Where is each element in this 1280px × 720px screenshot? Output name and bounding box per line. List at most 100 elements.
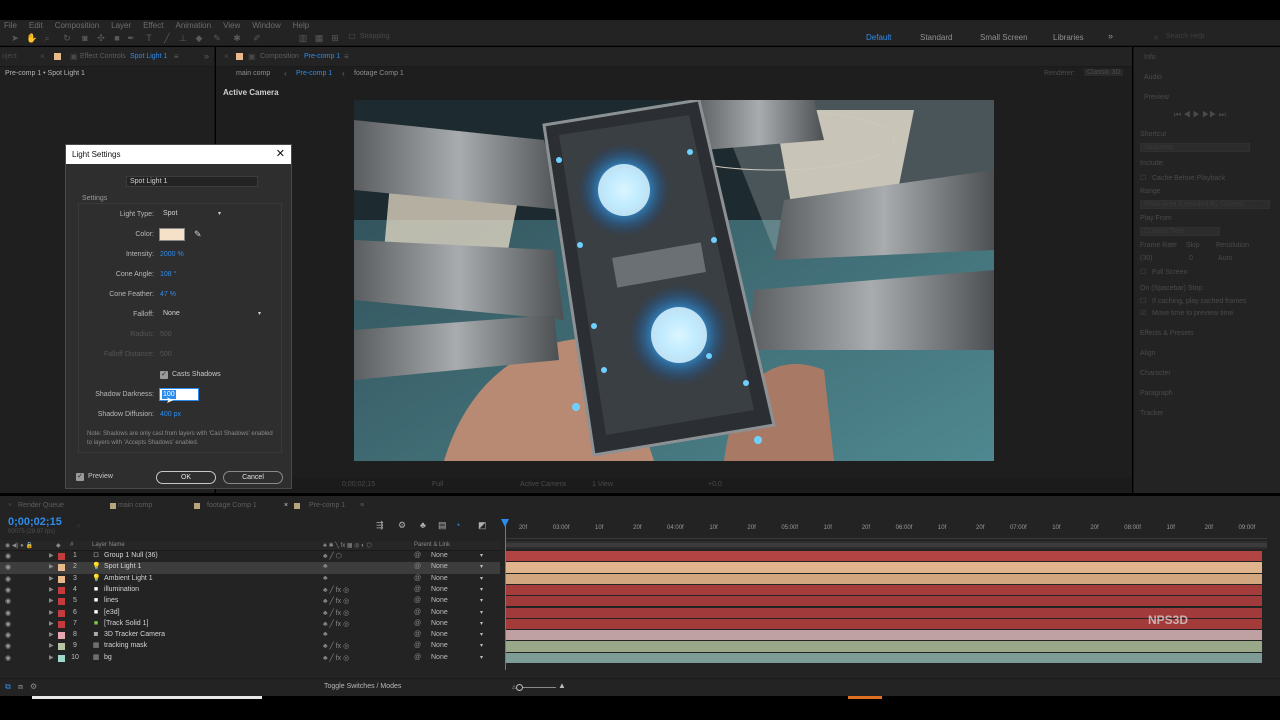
expand-triangle-icon[interactable]: ▶ [49,631,54,638]
light-type-select[interactable]: Spot ▾ [160,209,224,220]
cone-feather-value[interactable]: 47 % [160,291,176,298]
current-timecode[interactable]: 0;00;02;15 [8,516,62,528]
axis-tool-icon[interactable]: ⊞ [330,33,340,43]
layer-row[interactable]: ◉ ▶ 3 💡 Ambient Light 1 ♣ @ None ▾ [0,574,500,585]
viewer-camera-select[interactable]: Active Camera [520,481,566,488]
panel-menu-icon[interactable]: ≡ [174,52,179,61]
layer-name[interactable]: tracking mask [104,642,147,649]
workspace-libraries[interactable]: Libraries [1053,33,1084,42]
menu-view[interactable]: View [223,21,240,30]
label-color-swatch[interactable] [58,575,65,583]
parent-select[interactable]: None ▾ [427,620,485,629]
pick-whip-icon[interactable]: @ [414,631,421,638]
pan-behind-tool-icon[interactable]: ✣ [96,33,106,43]
expand-triangle-icon[interactable]: ▶ [49,597,54,604]
expand-triangle-icon[interactable]: ▶ [49,575,54,582]
expand-triangle-icon[interactable]: ▶ [49,586,54,593]
preview-checkbox[interactable]: ✓ [76,473,84,481]
parent-select[interactable]: None ▾ [427,552,485,561]
parent-select[interactable]: None ▾ [427,642,485,651]
expand-triangle-icon[interactable]: ▶ [49,642,54,649]
layer-row[interactable]: ◉ ▶ 6 ■ [e3d] ♣ ╱ fx ◎ @ None ▾ [0,608,500,619]
footage-comp-tab[interactable]: footage Comp 1 [207,502,257,509]
layer-switches-icons[interactable]: ♣ [323,631,328,638]
comp-lock-icon[interactable]: ▣ [248,52,256,61]
ok-button[interactable]: OK [156,471,216,484]
snapping-checkbox-icon[interactable]: ☐ [347,33,357,43]
work-area-range[interactable] [505,543,1267,547]
intensity-value[interactable]: 2000 % [160,251,184,258]
viewer-exposure[interactable]: +0.0 [708,481,722,488]
zoom-slider-track[interactable] [522,687,556,688]
menu-edit[interactable]: Edit [29,21,43,30]
shadow-darkness-input[interactable]: 100 [159,388,199,401]
layer-row[interactable]: ◉ ▶ 7 ■ [Track Solid 1] ♣ ╱ fx ◎ @ None ▾ [0,619,500,630]
info-panel-tab[interactable]: Info [1144,54,1156,61]
zoom-in-icon[interactable]: ▲ [558,681,566,690]
hand-tool-icon[interactable]: ✋ [26,33,37,43]
viewer-time[interactable]: 0;00;02;15 [342,481,375,488]
comp-flowchart-icon[interactable]: ⇶ [376,520,384,531]
cache-checkbox-icon[interactable]: ☐ [1140,174,1146,182]
close-icon[interactable]: × [8,502,12,509]
shape-tool-icon[interactable]: ■ [112,33,122,43]
layer-duration-bar[interactable] [505,652,1262,663]
motion-blur-icon[interactable]: ◔ [455,520,460,530]
camera-tool-icon[interactable]: ◙ [80,33,90,43]
shy-layers-icon[interactable]: ♣ [420,520,426,530]
visibility-eye-icon[interactable]: ◉ [5,576,13,583]
play-cached-checkbox-icon[interactable]: ☐ [1140,297,1146,305]
expand-triangle-icon[interactable]: ▶ [49,563,54,570]
layer-duration-bar[interactable] [505,562,1262,573]
zoom-tool-icon[interactable]: ⌕ [42,33,52,43]
expand-triangle-icon[interactable]: ▶ [49,609,54,616]
frame-blending-icon[interactable]: ▤ [438,520,447,531]
label-color-swatch[interactable] [58,643,65,651]
character-tab[interactable]: Character [1140,370,1171,377]
layer-name[interactable]: [Track Solid 1] [104,620,148,627]
skip-value[interactable]: 0 [1189,255,1193,262]
layer-switches-icons[interactable]: ♣ [323,563,328,570]
menu-file[interactable]: File [4,21,17,30]
menu-effect[interactable]: Effect [143,21,163,30]
layer-name[interactable]: Spot Light 1 [104,563,141,570]
layer-row[interactable]: ◉ ▶ 9 ▦ tracking mask ♣ ╱ fx ◎ @ None ▾ [0,641,500,652]
visibility-eye-icon[interactable]: ◉ [5,655,13,662]
casts-shadows-checkbox[interactable]: ✓ [160,371,168,379]
pick-whip-icon[interactable]: @ [414,597,421,604]
visibility-eye-icon[interactable]: ◉ [5,610,13,617]
falloff-select[interactable]: None ▾ [160,309,264,320]
parent-select[interactable]: None ▾ [427,631,485,640]
tracker-tab[interactable]: Tracker [1140,410,1163,417]
visibility-eye-icon[interactable]: ◉ [5,643,13,650]
layer-name-header[interactable]: Layer Name [92,542,125,548]
eyedropper-icon[interactable]: ✎ [194,229,202,240]
cancel-button[interactable]: Cancel [223,471,283,484]
selection-tool-icon[interactable]: ➤ [10,33,20,43]
timeline-menu-icon[interactable]: ≡ [360,502,364,509]
pen-tool-icon[interactable]: ✒ [126,33,136,43]
close-icon[interactable]: ✕ [276,148,285,160]
layer-name[interactable]: Group 1 Null (36) [104,552,158,559]
menu-composition[interactable]: Composition [55,21,99,30]
render-queue-tab[interactable]: Render Queue [18,502,64,509]
render-time-toggle-icon[interactable]: ⚙ [30,682,37,691]
name-input[interactable]: Spot Light 1 [126,176,258,187]
panel-overflow-icon[interactable]: » [204,51,209,61]
close-icon[interactable]: × [40,52,45,61]
layer-duration-bar[interactable] [505,573,1262,584]
transfer-controls-toggle-icon[interactable]: ⧈ [18,682,23,692]
full-screen-checkbox-icon[interactable]: ☐ [1140,268,1146,276]
visibility-eye-icon[interactable]: ◉ [5,564,13,571]
parent-select[interactable]: None ▾ [427,575,485,584]
label-color-swatch[interactable] [58,609,65,617]
nav-main-comp[interactable]: main comp [236,70,270,77]
type-tool-icon[interactable]: T [144,33,154,43]
eraser-tool-icon[interactable]: ◆ [194,33,204,43]
pick-whip-icon[interactable]: @ [414,620,421,627]
menu-animation[interactable]: Animation [175,21,211,30]
layer-row[interactable]: ◉ ▶ 4 ■ illumination ♣ ╱ fx ◎ @ None ▾ [0,585,500,596]
layer-switches-toggle-icon[interactable]: ⧉ [5,682,11,692]
layer-switches-icons[interactable]: ♣ ╱ fx ◎ [323,586,349,594]
align-tab[interactable]: Align [1140,350,1156,357]
